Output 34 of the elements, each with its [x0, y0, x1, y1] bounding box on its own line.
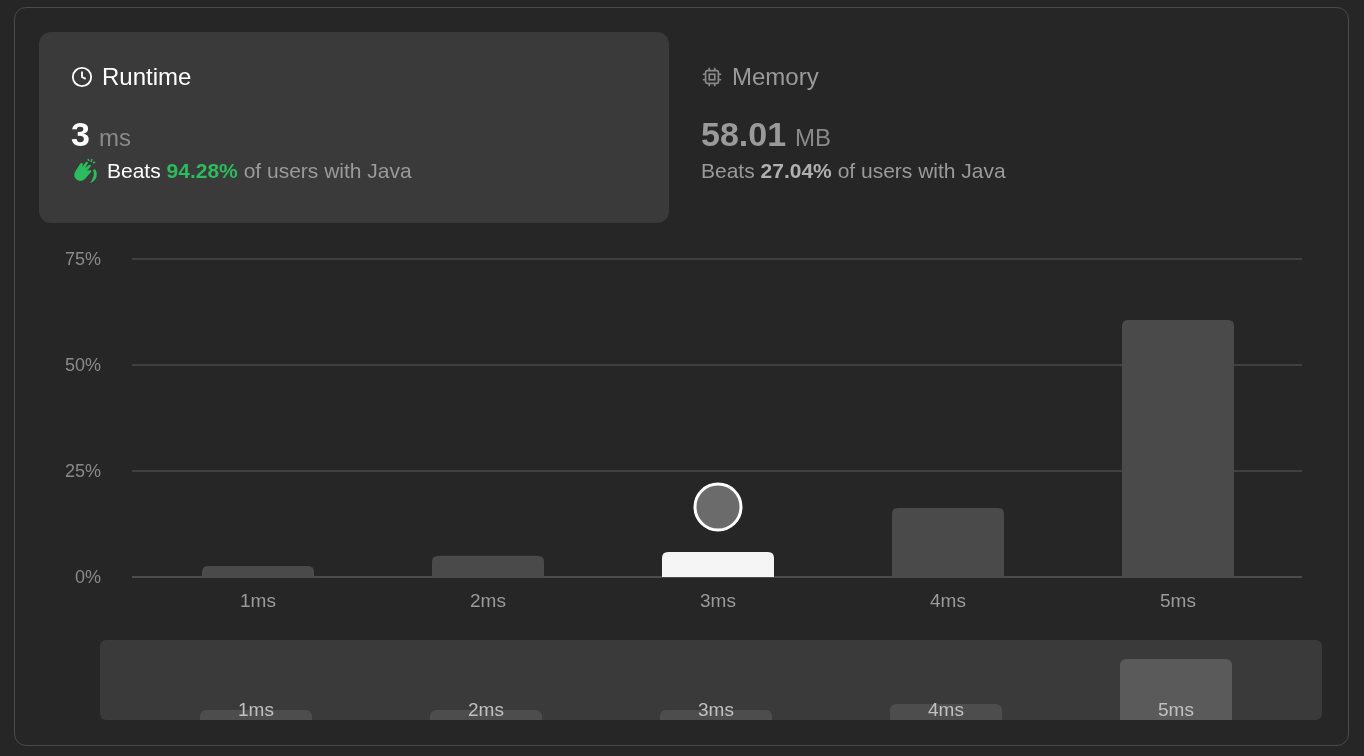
y-tick-label: 50%: [64, 355, 101, 375]
y-tick-label: 25%: [64, 461, 101, 481]
overview-label: 5ms: [1158, 699, 1194, 720]
chart-overview[interactable]: 1ms 2ms 3ms 4ms 5ms: [100, 640, 1322, 720]
x-tick-label: 5ms: [1160, 590, 1196, 611]
chip-icon: [701, 66, 723, 88]
x-tick-label: 3ms: [700, 590, 736, 611]
bar[interactable]: [432, 555, 544, 577]
avatar-photo-placeholder: [693, 482, 743, 532]
y-tick-label: 0%: [75, 567, 101, 587]
clock-icon: [71, 66, 93, 88]
bar[interactable]: [892, 507, 1004, 577]
overview-label: 1ms: [238, 699, 274, 720]
bar[interactable]: [1122, 320, 1234, 577]
clapping-hands-icon: [71, 157, 99, 184]
overview-label: 2ms: [468, 699, 504, 720]
overview-label: 3ms: [698, 699, 734, 720]
stat-unit: MB: [795, 123, 832, 153]
x-tick-label: 4ms: [930, 590, 966, 611]
memory-card[interactable]: Memory 58.01 MB Beats 27.04% of users with Java: [669, 32, 1299, 223]
x-tick-label: 2ms: [470, 590, 506, 611]
stat-title: Memory: [732, 62, 819, 92]
stat-value: 3: [71, 114, 90, 155]
beats-text: Beats 27.04% of users with Java: [701, 158, 1006, 184]
y-tick-label: 75%: [64, 249, 101, 269]
runtime-card[interactable]: Runtime 3 ms Beats 94.28% of users with Java: [39, 32, 669, 223]
beats-text: Beats 94.28% of users with Java: [107, 158, 412, 184]
bar[interactable]: [202, 566, 314, 577]
stat-unit: ms: [98, 123, 131, 153]
overview-label: 4ms: [928, 699, 964, 720]
bar[interactable]: [662, 552, 774, 577]
x-tick-label: 1ms: [240, 590, 276, 611]
stat-title: Runtime: [102, 62, 192, 92]
stat-value: 58.01: [701, 114, 787, 155]
